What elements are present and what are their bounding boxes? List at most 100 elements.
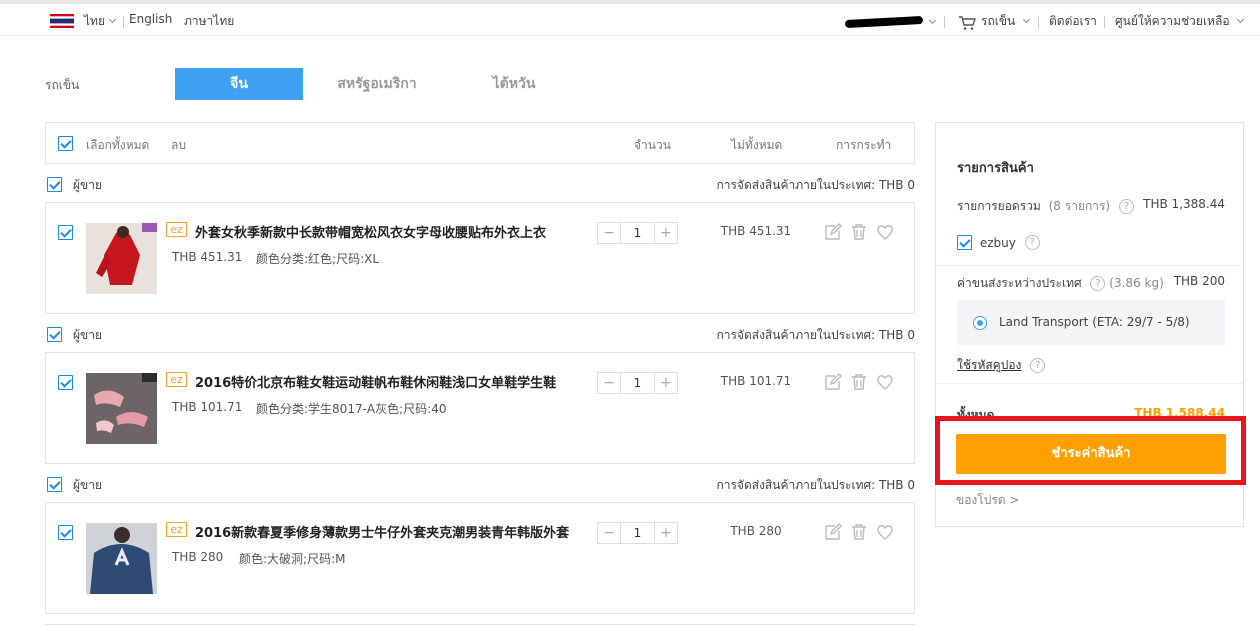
edit-icon[interactable] (824, 523, 842, 541)
product-title[interactable]: 外套女秋季新款中长款带帽宽松风衣女字母收腰贴布外衣上衣 (195, 222, 575, 241)
product-variant: 颜色分类:红色;尺码:XL (256, 252, 380, 266)
ezbuy-badge: ez (166, 372, 187, 387)
thai-flag-icon[interactable] (50, 14, 74, 28)
product-title[interactable]: 2016特价北京布鞋女鞋运动鞋帆布鞋休闲鞋浅口女单鞋学生鞋 (195, 372, 575, 391)
ezbuy-badge: ez (166, 222, 187, 237)
cart-link[interactable]: รถเข็น (981, 12, 1031, 31)
decrease-quantity-button[interactable]: − (598, 223, 620, 243)
help-center-link[interactable]: ศูนย์ให้ความช่วยเหลือ (1115, 12, 1244, 31)
subtotal-header: ไม่ทั้งหมด (731, 138, 783, 152)
wishlist-link[interactable]: ของโปรด > (956, 491, 1019, 510)
unit-price: THB 451.31 (172, 250, 243, 264)
cart-icon[interactable] (958, 15, 976, 31)
product-variant: 颜色:大破洞;尺码:M (239, 552, 346, 566)
domestic-shipping: การจัดส่งสินค้าภายในประเทศ: THB 0 (716, 328, 915, 342)
seller-checkbox[interactable] (47, 327, 62, 342)
lang-thai-link[interactable]: ภาษาไทย (184, 12, 234, 31)
trash-icon[interactable] (850, 373, 868, 391)
heart-icon[interactable] (876, 223, 894, 241)
unit-price: THB 101.71 (172, 400, 243, 414)
decrease-quantity-button[interactable]: − (598, 373, 620, 393)
tab-taiwan[interactable]: ไต้หวัน (450, 68, 578, 100)
cart-section-label: รถเข็น (45, 78, 80, 92)
contact-link[interactable]: ติดต่อเรา (1049, 12, 1097, 31)
help-question-icon[interactable]: ? (1024, 235, 1040, 250)
increase-quantity-button[interactable]: + (655, 373, 677, 393)
divider (944, 16, 945, 28)
cart-item: ez 2016新款春夏季修身薄款男士牛仔外套夹克潮男装青年韩版外套 THB 28… (45, 502, 915, 614)
item-checkbox[interactable] (58, 225, 73, 240)
divider (1104, 16, 1105, 28)
chevron-down-icon[interactable] (928, 16, 937, 25)
seller-row: ผู้ขาย การจัดส่งสินค้าภายในประเทศ: THB 0 (45, 174, 915, 194)
transport-label: Land Transport (ETA: 29/7 - 5/8) (999, 315, 1190, 329)
language-selector[interactable]: ไทย (84, 12, 117, 31)
ezbuy-row: ezbuy ? (957, 235, 1225, 250)
divider (123, 16, 124, 28)
seller-checkbox[interactable] (47, 177, 62, 192)
product-thumbnail[interactable] (86, 223, 157, 294)
lang-english-link[interactable]: English (129, 12, 172, 26)
select-all-checkbox[interactable] (58, 136, 73, 151)
cart-item: ez 外套女秋季新款中长款带帽宽松风衣女字母收腰贴布外衣上衣 THB 451.3… (45, 202, 915, 314)
cart-table-header: เลือกทั้งหมด ลบ จำนวน ไม่ทั้งหมด การกระท… (45, 122, 915, 164)
select-all-label[interactable]: เลือกทั้งหมด (86, 136, 149, 155)
chevron-down-icon (1023, 15, 1031, 24)
cart-label: รถเข็น (981, 14, 1016, 28)
item-subtotal: THB 101.71 (720, 374, 792, 388)
action-header: การกระทำ (836, 138, 892, 152)
increase-quantity-button[interactable]: + (655, 523, 677, 543)
ezbuy-checkbox[interactable] (957, 235, 972, 250)
language-current: ไทย (84, 14, 105, 28)
coupon-link[interactable]: ใช้รหัสคูปอง (957, 358, 1021, 372)
quantity-input[interactable]: 1 (620, 373, 655, 393)
quantity-stepper: − 1 + (597, 222, 678, 244)
product-thumbnail[interactable] (86, 523, 157, 594)
seller-checkbox[interactable] (47, 477, 62, 492)
intl-shipping-row: ค่าขนส่งระหว่างประเทศ ? (3.86 kg) THB 20… (957, 274, 1225, 293)
seller-label: ผู้ขาย (73, 178, 103, 192)
tab-china[interactable]: จีน (175, 68, 303, 100)
cart-item: ez 2016特价北京布鞋女鞋运动鞋帆布鞋休闲鞋浅口女单鞋学生鞋 THB 101… (45, 352, 915, 464)
ezbuy-label: ezbuy (979, 235, 1016, 250)
ezbuy-badge: ez (166, 522, 187, 537)
transport-option[interactable]: Land Transport (ETA: 29/7 - 5/8) (957, 300, 1225, 345)
help-question-icon[interactable]: ? (1030, 358, 1046, 373)
seller-row: ผู้ขาย การจัดส่งสินค้าภายในประเทศ: THB 0 (45, 474, 915, 494)
domestic-shipping: การจัดส่งสินค้าภายในประเทศ: THB 0 (716, 178, 915, 192)
redacted-username (844, 15, 924, 29)
trash-icon[interactable] (850, 523, 868, 541)
quantity-stepper: − 1 + (597, 522, 678, 544)
heart-icon[interactable] (876, 373, 894, 391)
highlight-annotation (935, 416, 1246, 485)
edit-icon[interactable] (824, 223, 842, 241)
increase-quantity-button[interactable]: + (655, 223, 677, 243)
product-title[interactable]: 2016新款春夏季修身薄款男士牛仔外套夹克潮男装青年韩版外套 (195, 522, 575, 541)
unit-price: THB 280 (172, 550, 224, 564)
divider (936, 383, 1243, 384)
trash-icon[interactable] (850, 223, 868, 241)
heart-icon[interactable] (876, 523, 894, 541)
chevron-down-icon (108, 15, 117, 24)
intl-shipping-value: THB 200 (1173, 274, 1225, 288)
help-center-label: ศูนย์ให้ความช่วยเหลือ (1115, 14, 1230, 28)
divider (1038, 16, 1039, 28)
coupon-row: ใช้รหัสคูปอง ? (957, 356, 1225, 375)
edit-icon[interactable] (824, 373, 842, 391)
intl-shipping-label: ค่าขนส่งระหว่างประเทศ (957, 276, 1082, 290)
help-question-icon[interactable]: ? (1118, 199, 1134, 214)
tab-usa[interactable]: สหรัฐอเมริกา (313, 68, 441, 100)
quantity-input[interactable]: 1 (620, 223, 655, 243)
product-thumbnail[interactable] (86, 373, 157, 444)
transport-radio[interactable] (973, 316, 987, 330)
domestic-shipping: การจัดส่งสินค้าภายในประเทศ: THB 0 (716, 478, 915, 492)
item-checkbox[interactable] (58, 375, 73, 390)
quantity-stepper: − 1 + (597, 372, 678, 394)
delete-selected-button[interactable]: ลบ (171, 136, 186, 155)
quantity-input[interactable]: 1 (620, 523, 655, 543)
help-question-icon[interactable]: ? (1090, 276, 1106, 291)
seller-label: ผู้ขาย (73, 478, 103, 492)
decrease-quantity-button[interactable]: − (598, 523, 620, 543)
item-checkbox[interactable] (58, 525, 73, 540)
summary-title: รายการสินค้า (957, 161, 1034, 176)
